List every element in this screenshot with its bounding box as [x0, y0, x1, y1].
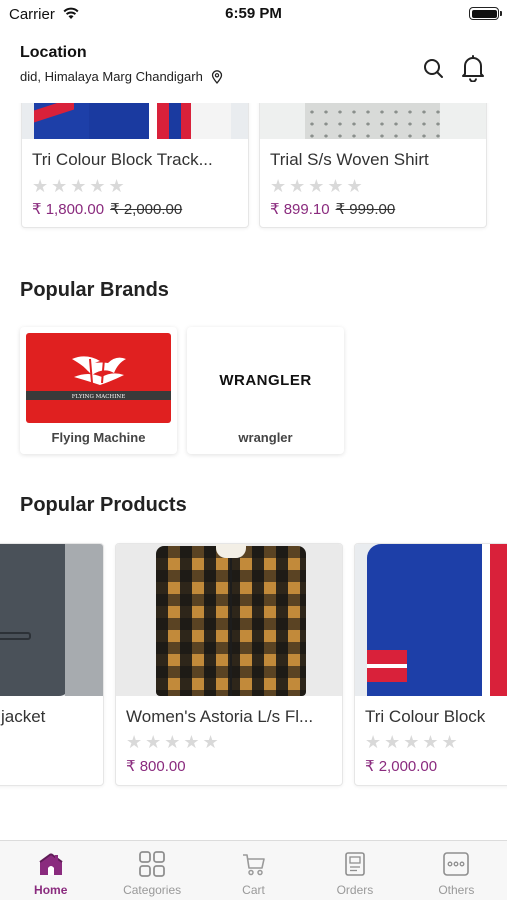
product-image	[116, 544, 342, 696]
brand-name: Flying Machine	[51, 430, 146, 445]
tab-label: Categories	[123, 883, 182, 897]
battery-icon	[469, 7, 502, 20]
product-price: ₹ 800.00	[126, 758, 186, 775]
tab-others[interactable]: Others	[406, 841, 507, 900]
brand-logo-text: FLYING MACHINE	[72, 394, 125, 400]
bottom-tab-bar: Home Categories Cart Orders Others	[0, 840, 507, 900]
search-icon[interactable]	[421, 56, 445, 80]
tab-label: Orders	[336, 883, 374, 897]
product-title: Tri Colour Block Track...	[32, 150, 213, 169]
rating-stars: ★★★★★	[365, 732, 461, 752]
product-original-price: ₹ 999.00	[335, 201, 396, 218]
product-price: ₹ 2,000.00	[365, 758, 438, 775]
location-selector[interactable]: did, Himalaya Marg Chandigarh	[20, 69, 223, 84]
wrangler-logo: WRANGLER	[193, 333, 338, 423]
clock: 6:59 PM	[225, 5, 282, 22]
home-scroll-content[interactable]: Tri Colour Block Track... ★★★★★ ₹ 1,800.…	[0, 103, 507, 840]
product-card[interactable]: Tri Colour Block ★★★★★ ₹ 2,000.00	[354, 543, 507, 786]
product-title: Women's Astoria L/s Fl...	[126, 707, 314, 726]
product-image	[355, 544, 507, 696]
product-title: jacket	[1, 707, 46, 726]
cart-icon	[242, 854, 265, 876]
product-price: ₹ 1,800.00	[32, 201, 105, 218]
location-pin-icon	[211, 69, 222, 84]
product-price: ₹ 899.10	[270, 201, 330, 218]
tab-orders[interactable]: Orders	[304, 841, 405, 900]
popular-products-title: Popular Products	[20, 494, 187, 516]
product-image	[0, 544, 103, 696]
product-card[interactable]: Tri Colour Block Track... ★★★★★ ₹ 1,800.…	[21, 103, 249, 228]
product-image	[22, 103, 248, 139]
product-card[interactable]: jacket	[0, 543, 104, 786]
tab-label: Cart	[242, 883, 265, 897]
others-icon	[443, 852, 470, 876]
rating-stars: ★★★★★	[126, 732, 222, 752]
brand-logo-text: WRANGLER	[219, 372, 311, 389]
brand-card[interactable]: WRANGLER wrangler	[187, 327, 344, 454]
orders-icon	[345, 852, 365, 876]
location-address: did, Himalaya Marg Chandigarh	[20, 69, 203, 84]
location-label: Location	[20, 44, 87, 61]
popular-brands-title: Popular Brands	[20, 279, 169, 301]
status-bar: Carrier 6:59 PM	[0, 0, 507, 30]
product-card[interactable]: Trial S/s Woven Shirt ★★★★★ ₹ 899.10 ₹ 9…	[259, 103, 487, 228]
rating-stars: ★★★★★	[32, 176, 128, 196]
product-original-price: ₹ 2,000.00	[110, 201, 183, 218]
tab-label: Home	[34, 883, 68, 897]
product-title: Trial S/s Woven Shirt	[270, 150, 429, 169]
categories-icon	[139, 851, 166, 877]
tab-home[interactable]: Home	[0, 841, 101, 900]
product-card[interactable]: Women's Astoria L/s Fl... ★★★★★ ₹ 800.00	[115, 543, 343, 786]
tab-cart[interactable]: Cart	[203, 841, 304, 900]
tab-categories[interactable]: Categories	[101, 841, 202, 900]
tab-label: Others	[438, 883, 475, 897]
notification-bell-icon[interactable]	[460, 54, 486, 82]
home-icon	[39, 853, 63, 875]
product-title: Tri Colour Block	[365, 707, 486, 726]
brand-name: wrangler	[238, 430, 293, 445]
brand-card[interactable]: FLYING MACHINE Flying Machine	[20, 327, 177, 454]
flying-machine-logo: FLYING MACHINE	[26, 333, 171, 423]
rating-stars: ★★★★★	[270, 176, 366, 196]
product-image	[260, 103, 486, 139]
